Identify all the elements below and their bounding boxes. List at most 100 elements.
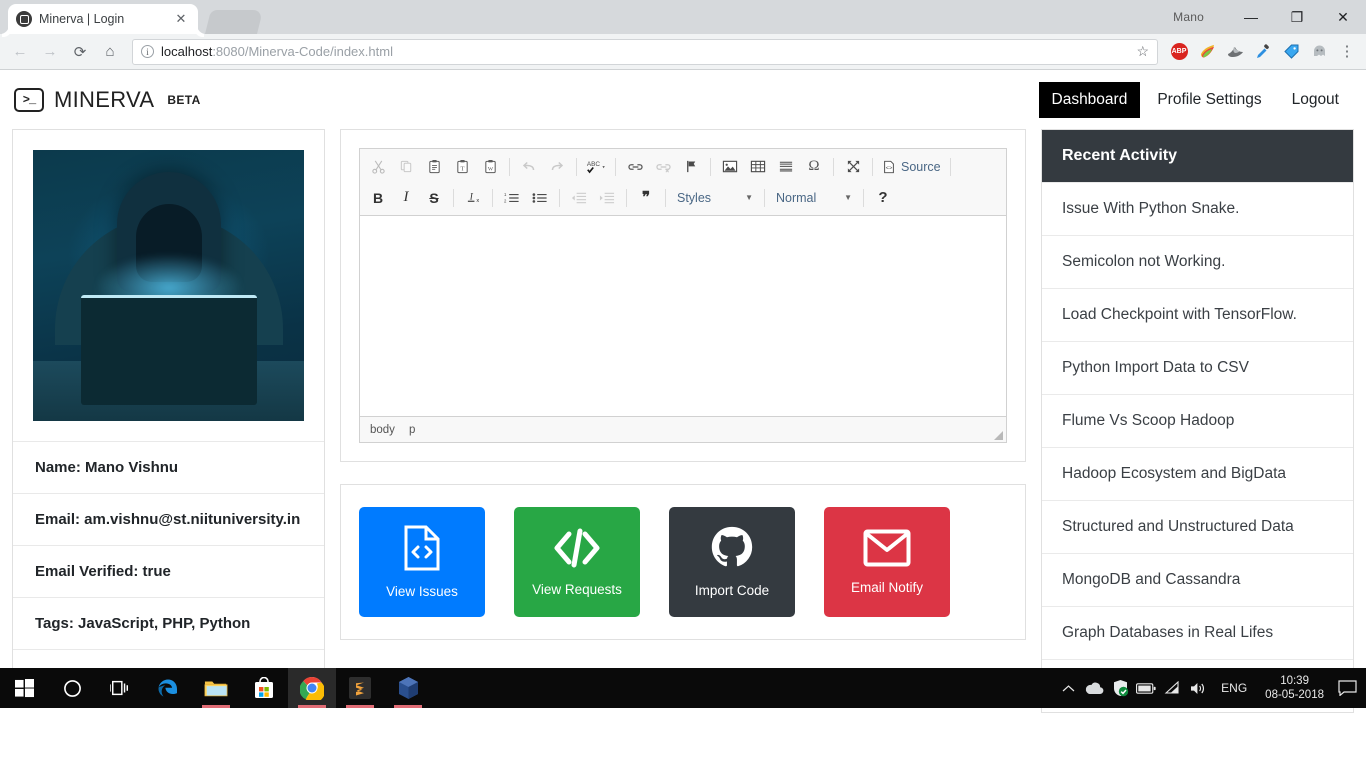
- browser-tab-title: Minerva | Login: [39, 12, 125, 26]
- image-icon[interactable]: [717, 155, 743, 179]
- close-tab-icon[interactable]: ✕: [172, 10, 190, 28]
- table-icon[interactable]: [745, 155, 771, 179]
- view-requests-label: View Requests: [532, 582, 622, 597]
- nav-link-profile-settings[interactable]: Profile Settings: [1144, 82, 1274, 118]
- copy-icon[interactable]: [393, 155, 419, 179]
- svg-text:ABC: ABC: [587, 161, 601, 168]
- eyedropper-extension-icon[interactable]: [1250, 39, 1276, 65]
- microsoft-store-button[interactable]: [240, 668, 288, 708]
- redo-icon[interactable]: [544, 155, 570, 179]
- undo-icon[interactable]: [516, 155, 542, 179]
- profile-row-email-verified: Email Verified: true: [13, 545, 324, 597]
- cortana-button[interactable]: [48, 668, 96, 708]
- list-item[interactable]: Semicolon not Working.: [1042, 235, 1353, 288]
- chrome-button[interactable]: [288, 668, 336, 708]
- nav-link-dashboard[interactable]: Dashboard: [1038, 81, 1141, 118]
- onedrive-icon[interactable]: [1081, 668, 1107, 708]
- italic-icon[interactable]: I: [393, 186, 419, 210]
- system-tray: ENG 10:39 08-05-2018: [1055, 668, 1366, 708]
- profile-avatar-image: [33, 150, 304, 421]
- element-path-p[interactable]: p: [409, 424, 415, 436]
- toolbar-separator: [559, 188, 560, 207]
- unlink-icon[interactable]: [650, 155, 676, 179]
- paste-word-icon[interactable]: W: [477, 155, 503, 179]
- list-item[interactable]: MongoDB and Cassandra: [1042, 553, 1353, 606]
- back-icon[interactable]: ←: [6, 38, 34, 66]
- browser-tab[interactable]: Minerva | Login ✕: [8, 4, 198, 34]
- list-item[interactable]: Load Checkpoint with TensorFlow.: [1042, 288, 1353, 341]
- file-explorer-button[interactable]: [192, 668, 240, 708]
- view-issues-button[interactable]: View Issues: [359, 507, 485, 617]
- shark-extension-icon[interactable]: [1222, 39, 1248, 65]
- maximize-window-button[interactable]: ❐: [1274, 0, 1320, 34]
- horizontal-rule-icon[interactable]: [773, 155, 799, 179]
- email-notify-button[interactable]: Email Notify: [824, 507, 950, 617]
- list-item[interactable]: Hadoop Ecosystem and BigData: [1042, 447, 1353, 500]
- browser-menu-icon[interactable]: ⋮: [1334, 39, 1360, 65]
- styles-dropdown[interactable]: Styles ▼: [671, 187, 759, 209]
- decrease-indent-icon[interactable]: [566, 186, 592, 210]
- forward-icon[interactable]: →: [36, 38, 64, 66]
- close-window-button[interactable]: ✕: [1320, 0, 1366, 34]
- import-code-label: Import Code: [694, 583, 770, 598]
- source-button[interactable]: <> Source: [878, 155, 945, 179]
- language-indicator[interactable]: ENG: [1211, 681, 1257, 695]
- import-code-button[interactable]: Import Code: [669, 507, 795, 617]
- wifi-icon[interactable]: [1159, 668, 1185, 708]
- cut-icon[interactable]: [365, 155, 391, 179]
- new-tab-button[interactable]: [205, 10, 263, 34]
- sublime-text-button[interactable]: [336, 668, 384, 708]
- minimize-window-button[interactable]: —: [1228, 0, 1274, 34]
- increase-indent-icon[interactable]: [594, 186, 620, 210]
- maximize-icon[interactable]: [840, 155, 866, 179]
- blockquote-icon[interactable]: ❞: [633, 186, 659, 210]
- abp-extension-icon[interactable]: ABP: [1166, 39, 1192, 65]
- list-item[interactable]: Flume Vs Scoop Hadoop: [1042, 394, 1353, 447]
- special-character-icon[interactable]: Ω: [801, 155, 827, 179]
- resize-grip[interactable]: [994, 431, 1003, 440]
- remove-format-icon[interactable]: Ix: [460, 186, 486, 210]
- clock[interactable]: 10:39 08-05-2018: [1257, 674, 1332, 702]
- site-info-icon[interactable]: i: [141, 45, 154, 58]
- strikethrough-icon[interactable]: S: [421, 186, 447, 210]
- email-notify-label: Email Notify: [850, 580, 923, 595]
- element-path-body[interactable]: body: [370, 424, 395, 436]
- list-item[interactable]: Issue With Python Snake.: [1042, 182, 1353, 235]
- numbered-list-icon[interactable]: 12: [499, 186, 525, 210]
- home-icon[interactable]: ⌂: [96, 38, 124, 66]
- toolbar-separator: [509, 157, 510, 176]
- show-hidden-icons-chevron[interactable]: [1055, 668, 1081, 708]
- editor-text-area[interactable]: [360, 216, 1006, 416]
- help-icon[interactable]: ?: [870, 186, 896, 210]
- spell-check-icon[interactable]: ABC: [583, 155, 609, 179]
- link-icon[interactable]: [622, 155, 648, 179]
- toolbar-separator: [872, 157, 873, 176]
- battery-icon[interactable]: [1133, 668, 1159, 708]
- paste-text-icon[interactable]: T: [449, 155, 475, 179]
- task-view-button[interactable]: [96, 668, 144, 708]
- flag-icon[interactable]: [678, 155, 704, 179]
- paste-icon[interactable]: [421, 155, 447, 179]
- view-requests-button[interactable]: View Requests: [514, 507, 640, 617]
- start-button[interactable]: [0, 668, 48, 708]
- virtualbox-button[interactable]: [384, 668, 432, 708]
- list-item[interactable]: Graph Databases in Real Lifes: [1042, 606, 1353, 659]
- address-bar[interactable]: i localhost:8080/Minerva-Code/index.html…: [132, 38, 1158, 65]
- colorpick-eyedropper-extension-icon[interactable]: [1194, 39, 1220, 65]
- bold-icon[interactable]: B: [365, 186, 391, 210]
- bookmark-star-icon[interactable]: ☆: [1136, 43, 1149, 60]
- nav-link-logout[interactable]: Logout: [1279, 82, 1352, 118]
- format-dropdown[interactable]: Normal ▼: [770, 187, 858, 209]
- list-item[interactable]: Structured and Unstructured Data: [1042, 500, 1353, 553]
- bulleted-list-icon[interactable]: [527, 186, 553, 210]
- recent-activity-card: Recent Activity Issue With Python Snake.…: [1041, 129, 1354, 713]
- ghost-extension-icon[interactable]: [1306, 39, 1332, 65]
- action-center-icon[interactable]: [1332, 668, 1362, 708]
- list-item[interactable]: Python Import Data to CSV: [1042, 341, 1353, 394]
- brand[interactable]: >_ MINERVA BETA: [14, 87, 201, 113]
- windows-defender-shield-icon[interactable]: [1107, 668, 1133, 708]
- edge-button[interactable]: [144, 668, 192, 708]
- volume-icon[interactable]: [1185, 668, 1211, 708]
- tag-extension-icon[interactable]: [1278, 39, 1304, 65]
- reload-icon[interactable]: ⟳: [66, 38, 94, 66]
